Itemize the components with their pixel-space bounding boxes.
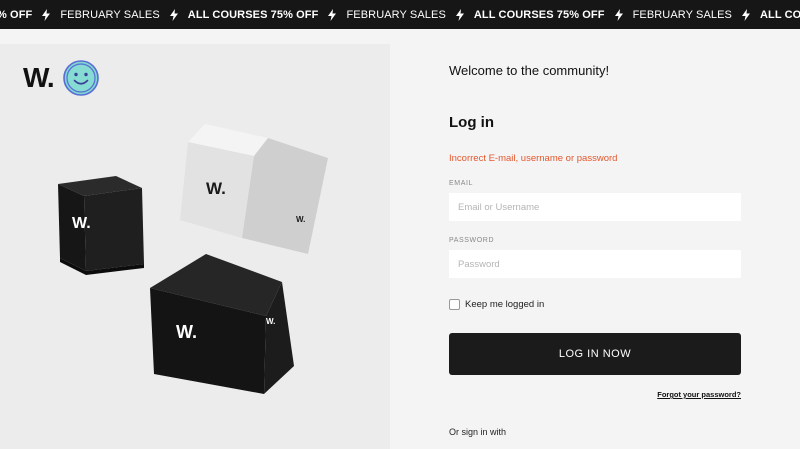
promo-banner: % OFF FEBRUARY SALES ALL COURSES 75% OFF FE… xyxy=(0,0,800,29)
smiley-face-icon xyxy=(62,60,99,96)
lightning-bolt-icon xyxy=(614,8,623,21)
login-button[interactable]: LOG IN NOW xyxy=(449,333,741,375)
lightning-bolt-icon xyxy=(742,8,750,21)
login-panel: Welcome to the community! Log in Incorre… xyxy=(390,29,800,449)
social-sign-in-text: Or sign in with xyxy=(449,427,507,437)
product-boxes-illustration: W. W. W. W. W. xyxy=(58,124,328,394)
promo-banner-item: ALL COURSES 75% OFF xyxy=(760,8,800,21)
email-label: EMAIL xyxy=(449,180,474,187)
svg-text:W.: W. xyxy=(72,215,91,232)
svg-text:W.: W. xyxy=(206,179,226,198)
promo-banner-item: FEBRUARY SALES xyxy=(346,8,446,21)
dark-box-left: W. xyxy=(58,176,144,275)
login-heading: Log in xyxy=(449,114,494,131)
hero-panel: W. W. W. W. W. W. xyxy=(0,44,390,449)
promo-banner-item: ALL COURSES 75% OFF xyxy=(187,8,319,21)
dark-box-front: W. W. xyxy=(150,254,294,394)
forgot-password-link[interactable]: Forgot your password? xyxy=(657,390,741,399)
svg-text:W.: W. xyxy=(266,317,275,326)
logo-text: W. xyxy=(23,62,55,93)
email-field[interactable] xyxy=(449,193,741,221)
light-box: W. W. xyxy=(180,124,328,254)
lightning-bolt-icon xyxy=(169,8,178,21)
login-error-message: Incorrect E-mail, username or password xyxy=(449,153,618,164)
promo-banner-item: FEBRUARY SALES xyxy=(632,8,732,21)
promo-banner-item: FEBRUARY SALES xyxy=(60,8,160,21)
brand-logo[interactable]: W. xyxy=(23,59,100,97)
keep-logged-in-checkbox[interactable] xyxy=(449,299,460,310)
lightning-bolt-icon xyxy=(328,8,337,21)
lightning-bolt-icon xyxy=(42,8,51,21)
welcome-text: Welcome to the community! xyxy=(449,63,610,78)
keep-logged-in-option[interactable]: Keep me logged in xyxy=(449,299,544,310)
svg-text:W.: W. xyxy=(176,322,197,342)
promo-banner-track: % OFF FEBRUARY SALES ALL COURSES 75% OFF FE… xyxy=(0,0,800,29)
promo-banner-item: % OFF xyxy=(0,8,33,21)
keep-logged-in-label: Keep me logged in xyxy=(465,299,545,310)
lightning-bolt-icon xyxy=(455,8,464,21)
password-label: PASSWORD xyxy=(449,237,495,244)
password-field[interactable] xyxy=(449,250,741,278)
svg-text:W.: W. xyxy=(296,215,305,224)
promo-banner-item: ALL COURSES 75% OFF xyxy=(473,8,605,21)
